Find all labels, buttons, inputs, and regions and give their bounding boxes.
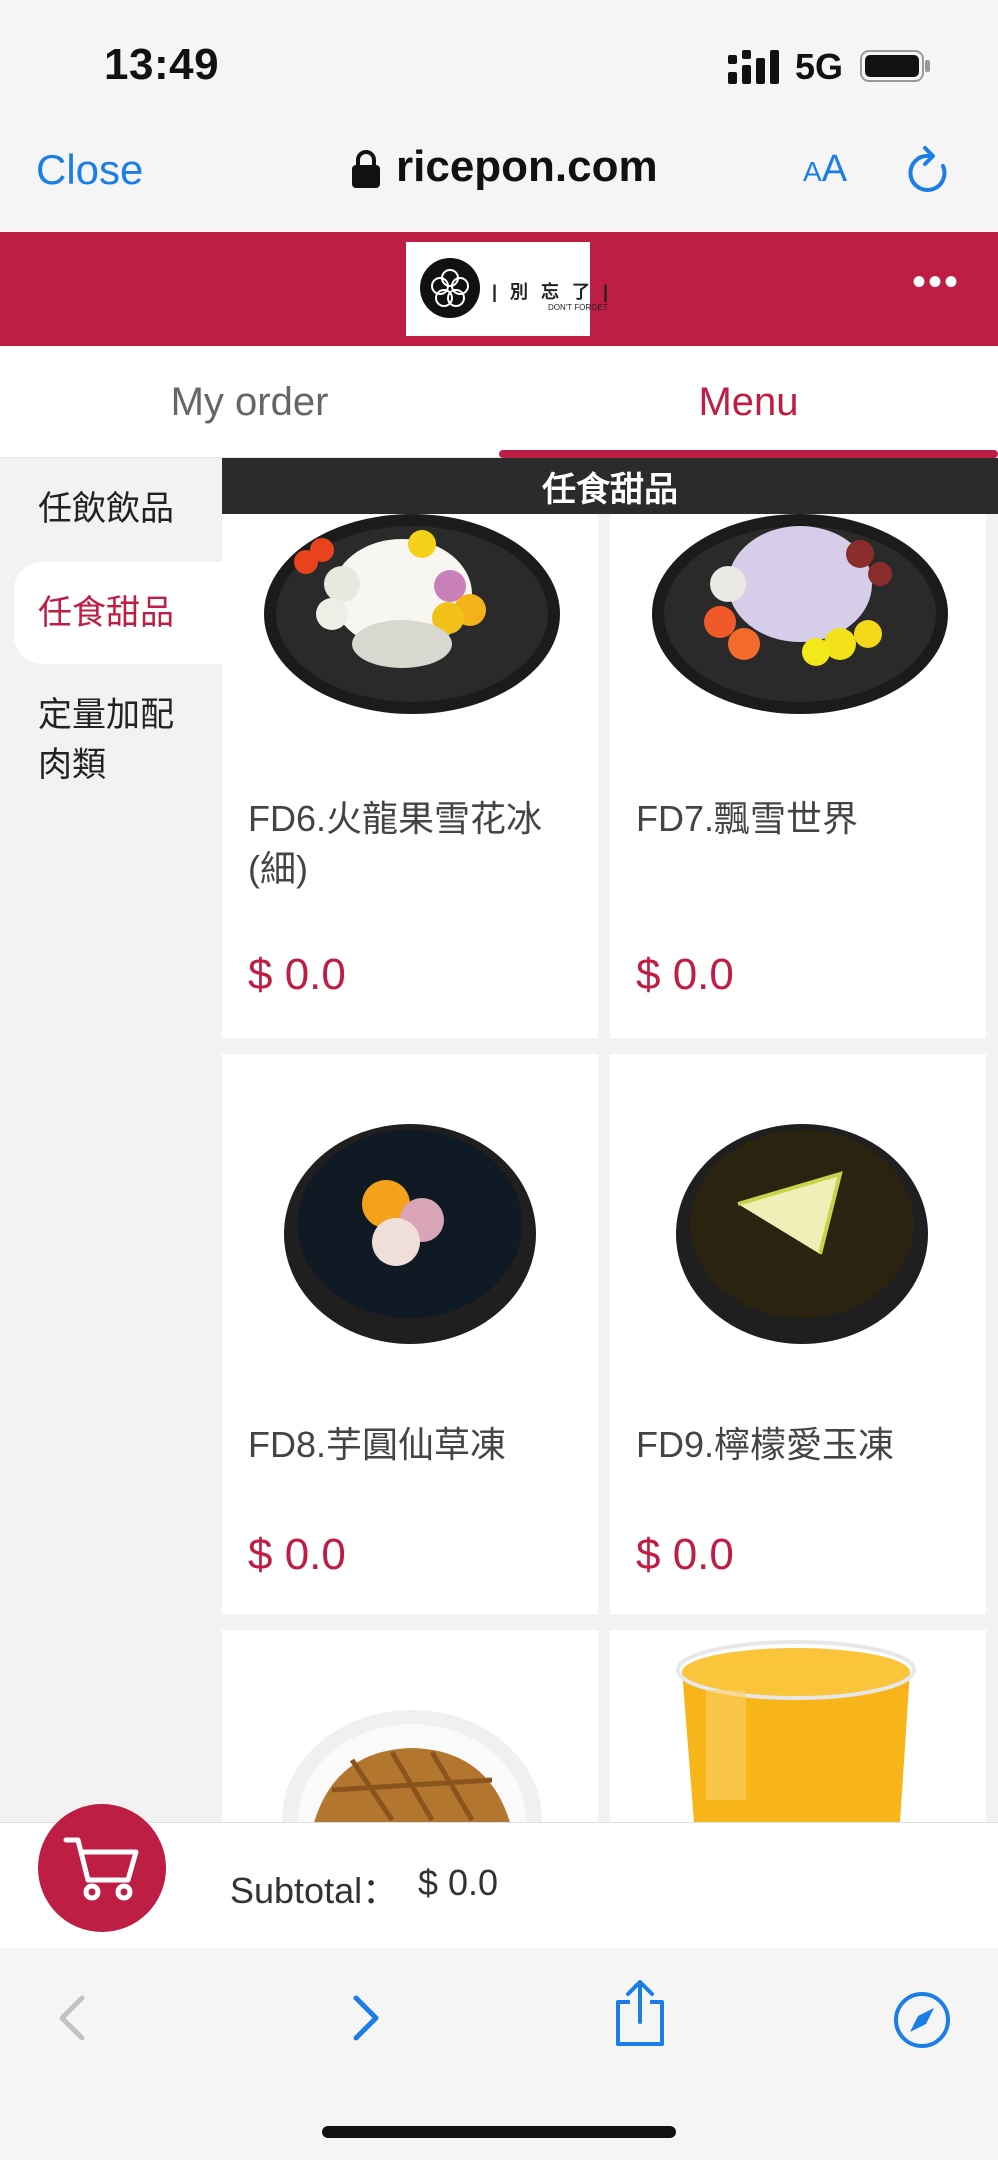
close-button[interactable]: Close bbox=[36, 146, 143, 194]
logo-subtext: DON'T FORGET bbox=[548, 303, 608, 312]
back-icon[interactable] bbox=[46, 1990, 102, 2046]
status-time: 13:49 bbox=[104, 40, 220, 89]
more-icon[interactable]: ••• bbox=[912, 262, 960, 302]
cart-icon bbox=[63, 1837, 139, 1901]
text-size-small: A bbox=[803, 156, 822, 187]
home-indicator bbox=[322, 2126, 676, 2138]
product-card[interactable]: FD7.飄雪世界 $ 0.0 bbox=[610, 514, 986, 1038]
logo-flower-icon bbox=[420, 258, 480, 318]
subtotal-label: Subtotal： bbox=[230, 1870, 399, 1911]
text-size-large: A bbox=[821, 148, 848, 190]
product-price: $ 0.0 bbox=[248, 1530, 346, 1579]
product-card[interactable] bbox=[610, 1630, 986, 1822]
product-name: FD8.芋圓仙草凍 bbox=[248, 1424, 507, 1465]
tab-menu[interactable]: Menu bbox=[499, 346, 998, 458]
product-name: FD6.火龍果雪花冰(細) bbox=[248, 798, 543, 889]
product-image bbox=[652, 514, 948, 714]
section-title: 任食甜品 bbox=[222, 458, 998, 514]
reload-icon[interactable] bbox=[905, 146, 953, 198]
product-card[interactable]: FD9.檸檬愛玉凍 $ 0.0 bbox=[610, 1054, 986, 1614]
product-image bbox=[676, 1640, 916, 1822]
product-price: $ 0.0 bbox=[636, 1530, 734, 1579]
product-card[interactable]: FD8.芋圓仙草凍 $ 0.0 bbox=[222, 1054, 598, 1614]
product-image bbox=[284, 1124, 536, 1344]
product-name: FD7.飄雪世界 bbox=[636, 798, 859, 839]
product-image bbox=[282, 1710, 542, 1822]
product-image bbox=[676, 1124, 928, 1344]
forward-icon[interactable] bbox=[336, 1990, 392, 2046]
signal-icon bbox=[728, 50, 779, 84]
logo-text: | 別 忘 了 | bbox=[492, 282, 613, 302]
lock-icon bbox=[352, 150, 380, 188]
product-price: $ 0.0 bbox=[636, 950, 734, 999]
text-size-button[interactable]: AA bbox=[803, 148, 847, 191]
battery-icon bbox=[860, 50, 930, 82]
cart-button[interactable] bbox=[38, 1804, 166, 1932]
sidebar-item-desserts[interactable]: 任食甜品 bbox=[14, 562, 222, 664]
compass-icon[interactable] bbox=[892, 1990, 952, 2050]
product-card[interactable]: FD6.火龍果雪花冰(細) $ 0.0 bbox=[222, 514, 598, 1038]
sidebar-item-meats[interactable]: 定量加配肉類 bbox=[14, 690, 204, 790]
share-icon[interactable] bbox=[610, 1980, 670, 2048]
subtotal-value: $ 0.0 bbox=[418, 1862, 499, 1903]
product-price: $ 0.0 bbox=[248, 950, 346, 999]
tab-my-order[interactable]: My order bbox=[0, 346, 499, 458]
url-text[interactable]: ricepon.com bbox=[396, 142, 658, 192]
product-image bbox=[264, 514, 560, 714]
sidebar-item-drinks[interactable]: 任飲飲品 bbox=[14, 484, 222, 534]
product-card[interactable] bbox=[222, 1630, 598, 1822]
tab-active-indicator bbox=[499, 450, 998, 458]
network-label: 5G bbox=[795, 46, 844, 87]
product-name: FD9.檸檬愛玉凍 bbox=[636, 1424, 895, 1465]
